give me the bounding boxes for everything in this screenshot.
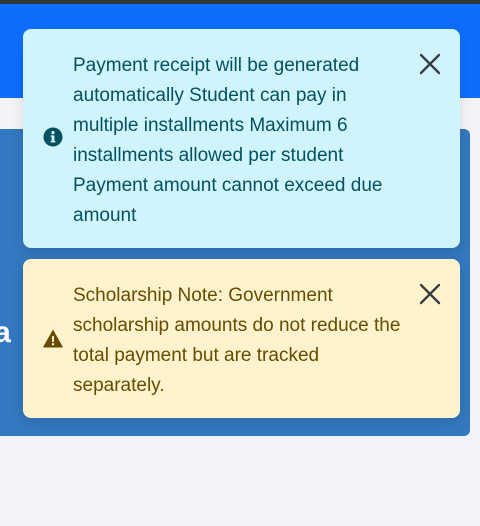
close-icon[interactable] — [417, 281, 443, 307]
warning-triangle-icon — [43, 329, 63, 349]
hero-heading: ra — [0, 316, 12, 349]
warning-alert: Scholarship Note: Government scholarship… — [23, 259, 460, 418]
info-alert: Payment receipt will be generated automa… — [23, 29, 460, 248]
info-circle-icon — [43, 127, 63, 147]
warning-alert-message: Scholarship Note: Government scholarship… — [73, 285, 401, 396]
info-alert-message: Payment receipt will be generated automa… — [73, 55, 383, 226]
close-icon[interactable] — [417, 51, 443, 77]
